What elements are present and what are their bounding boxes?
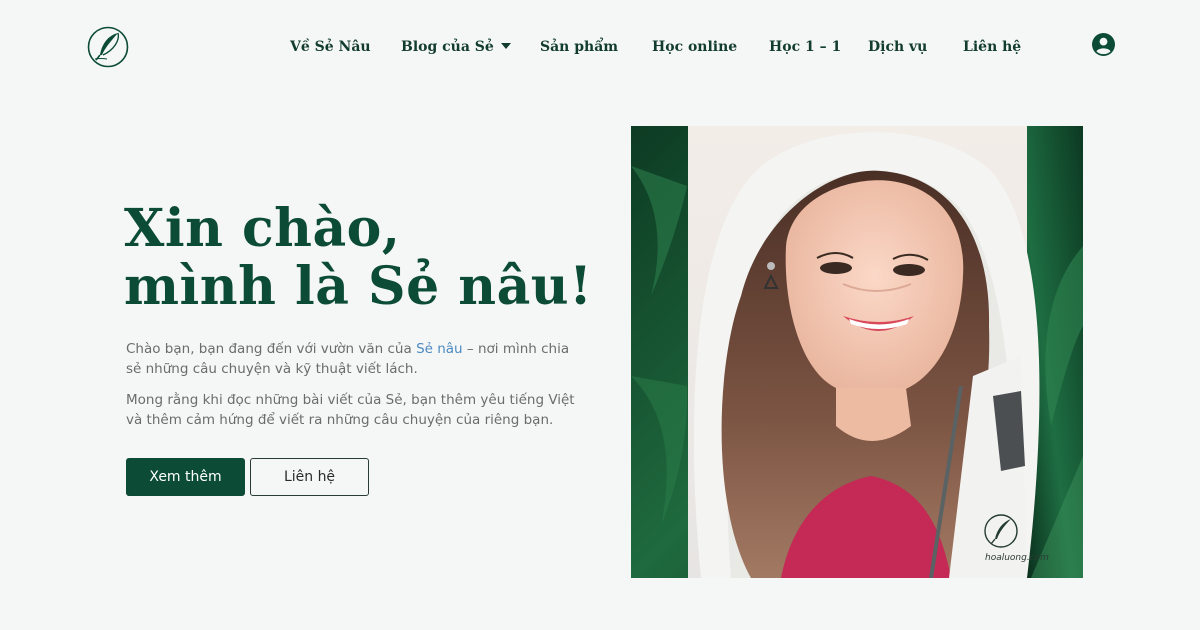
- read-more-button[interactable]: Xem thêm: [126, 458, 245, 496]
- main-nav: Về Sẻ Nâu Blog của Sẻ Sản phẩm Học onlin…: [0, 36, 1200, 58]
- nav-item-blog[interactable]: Blog của Sẻ: [401, 36, 511, 58]
- nav-item-products[interactable]: Sản phẩm: [540, 36, 618, 58]
- nav-item-about[interactable]: Về Sẻ Nâu: [290, 36, 371, 58]
- hero-title-line-2: mình là Sẻ nâu!: [124, 256, 593, 317]
- watermark-text: hoaluong.com: [985, 553, 1049, 563]
- wish-paragraph: Mong rằng khi đọc những bài viết của Sẻ,…: [126, 392, 575, 428]
- nav-item-blog-label: Blog của Sẻ: [401, 39, 494, 55]
- nav-item-online-courses[interactable]: Học online: [652, 36, 737, 58]
- nav-item-one-on-one[interactable]: Học 1 – 1: [769, 36, 841, 58]
- nav-item-services[interactable]: Dịch vụ: [868, 36, 927, 58]
- contact-button[interactable]: Liên hệ: [250, 458, 369, 496]
- hero-title: Xin chào, mình là Sẻ nâu!: [124, 200, 644, 316]
- hero-photo: hoaluong.com: [631, 126, 1083, 578]
- hero-title-line-1: Xin chào,: [124, 198, 401, 259]
- chevron-down-icon: [500, 43, 511, 49]
- nav-item-contact[interactable]: Liên hệ: [963, 36, 1021, 58]
- intro-text-before: Chào bạn, bạn đang đến với vườn văn của: [126, 341, 417, 357]
- portrait-image: [631, 126, 1083, 578]
- se-nau-link[interactable]: Sẻ nâu: [416, 341, 463, 357]
- account-button[interactable]: [1092, 33, 1115, 56]
- user-circle-icon: [1092, 33, 1115, 56]
- intro-paragraph: Chào bạn, bạn đang đến với vườn văn của …: [126, 339, 586, 379]
